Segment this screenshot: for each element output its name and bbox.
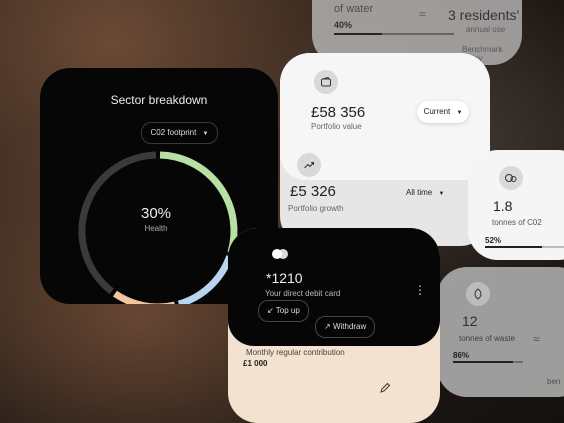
approx-icon: ≈ [419, 7, 426, 21]
portfolio-value: £58 356 [311, 104, 366, 121]
leaf-icon [466, 282, 490, 306]
top-up-button[interactable]: ↙ Top up [258, 300, 309, 322]
contribution-amount: £1 000 [243, 359, 268, 368]
donut-center-value: 30% [140, 205, 172, 222]
arrow-down-left-icon: ↙ [267, 306, 274, 315]
growth-period-dropdown[interactable]: All time ▼ [406, 188, 444, 197]
approx-icon: ≈ [533, 332, 540, 346]
direct-debit-card: *1210 Your direct debit card ⋮ ↙ Top up … [228, 228, 440, 423]
co2-percent: 52% [485, 236, 502, 245]
donut-segment-blue [177, 255, 233, 304]
water-card-percent: 40% [334, 20, 353, 30]
portfolio-value-label: Portfolio value [311, 122, 362, 131]
footprint-dropdown-label: C02 footprint [150, 128, 197, 137]
contribution-label: Monthly regular contribution [246, 348, 345, 357]
pencil-icon[interactable] [379, 382, 391, 394]
withdraw-button[interactable]: ↗ Withdraw [315, 316, 376, 338]
caret-down-icon: ▼ [202, 131, 209, 137]
waste-label: tonnes of waste [459, 334, 516, 343]
card-description: Your direct debit card [265, 289, 341, 298]
waste-extra-text: ben [547, 377, 561, 386]
waste-card[interactable]: 12 tonnes of waste ≈ 86% ben [437, 267, 564, 397]
period-dropdown-label: Current [423, 107, 451, 116]
card-logo-icon [272, 249, 288, 259]
growth-chart-icon [297, 153, 321, 177]
more-options-icon[interactable]: ⋮ [414, 283, 426, 297]
waste-percent: 86% [453, 351, 470, 360]
card-number: *1210 [266, 270, 303, 286]
arrow-up-right-icon: ↗ [324, 322, 331, 331]
water-card-value: 3 residents' [448, 7, 520, 23]
co2-progress-bar [485, 246, 564, 248]
wallet-icon [314, 70, 338, 94]
portfolio-card: £58 356 Portfolio value Current ▼ £5 326… [280, 53, 490, 246]
sector-title: Sector breakdown [110, 93, 208, 107]
footprint-dropdown[interactable]: C02 footprint ▼ [141, 122, 218, 144]
debit-card-section: *1210 Your direct debit card ⋮ ↙ Top up … [228, 228, 440, 346]
donut-center-label: Health [144, 224, 168, 233]
caret-down-icon: ▼ [438, 191, 445, 197]
water-card-title: of water [334, 3, 374, 15]
co2-label: tonnes of C02 [492, 218, 542, 227]
period-dropdown[interactable]: Current ▼ [417, 101, 469, 123]
water-progress-bar [334, 33, 454, 35]
top-up-label: Top up [275, 306, 300, 315]
caret-down-icon: ▼ [456, 110, 463, 116]
donut-segment-green [159, 151, 238, 254]
portfolio-growth: £5 326 [290, 183, 336, 200]
waste-value: 12 [462, 313, 478, 329]
growth-period-label: All time [406, 188, 433, 197]
co2-value: 1.8 [493, 198, 513, 214]
co2-icon [499, 166, 523, 190]
co2-card[interactable]: 1.8 tonnes of C02 52% [468, 150, 564, 260]
waste-progress-bar [453, 361, 523, 363]
donut-segment-orange [112, 290, 175, 304]
water-card-sub: annual use [466, 25, 506, 34]
withdraw-label: Withdraw [332, 322, 367, 331]
portfolio-growth-label: Portfolio growth [288, 204, 344, 213]
